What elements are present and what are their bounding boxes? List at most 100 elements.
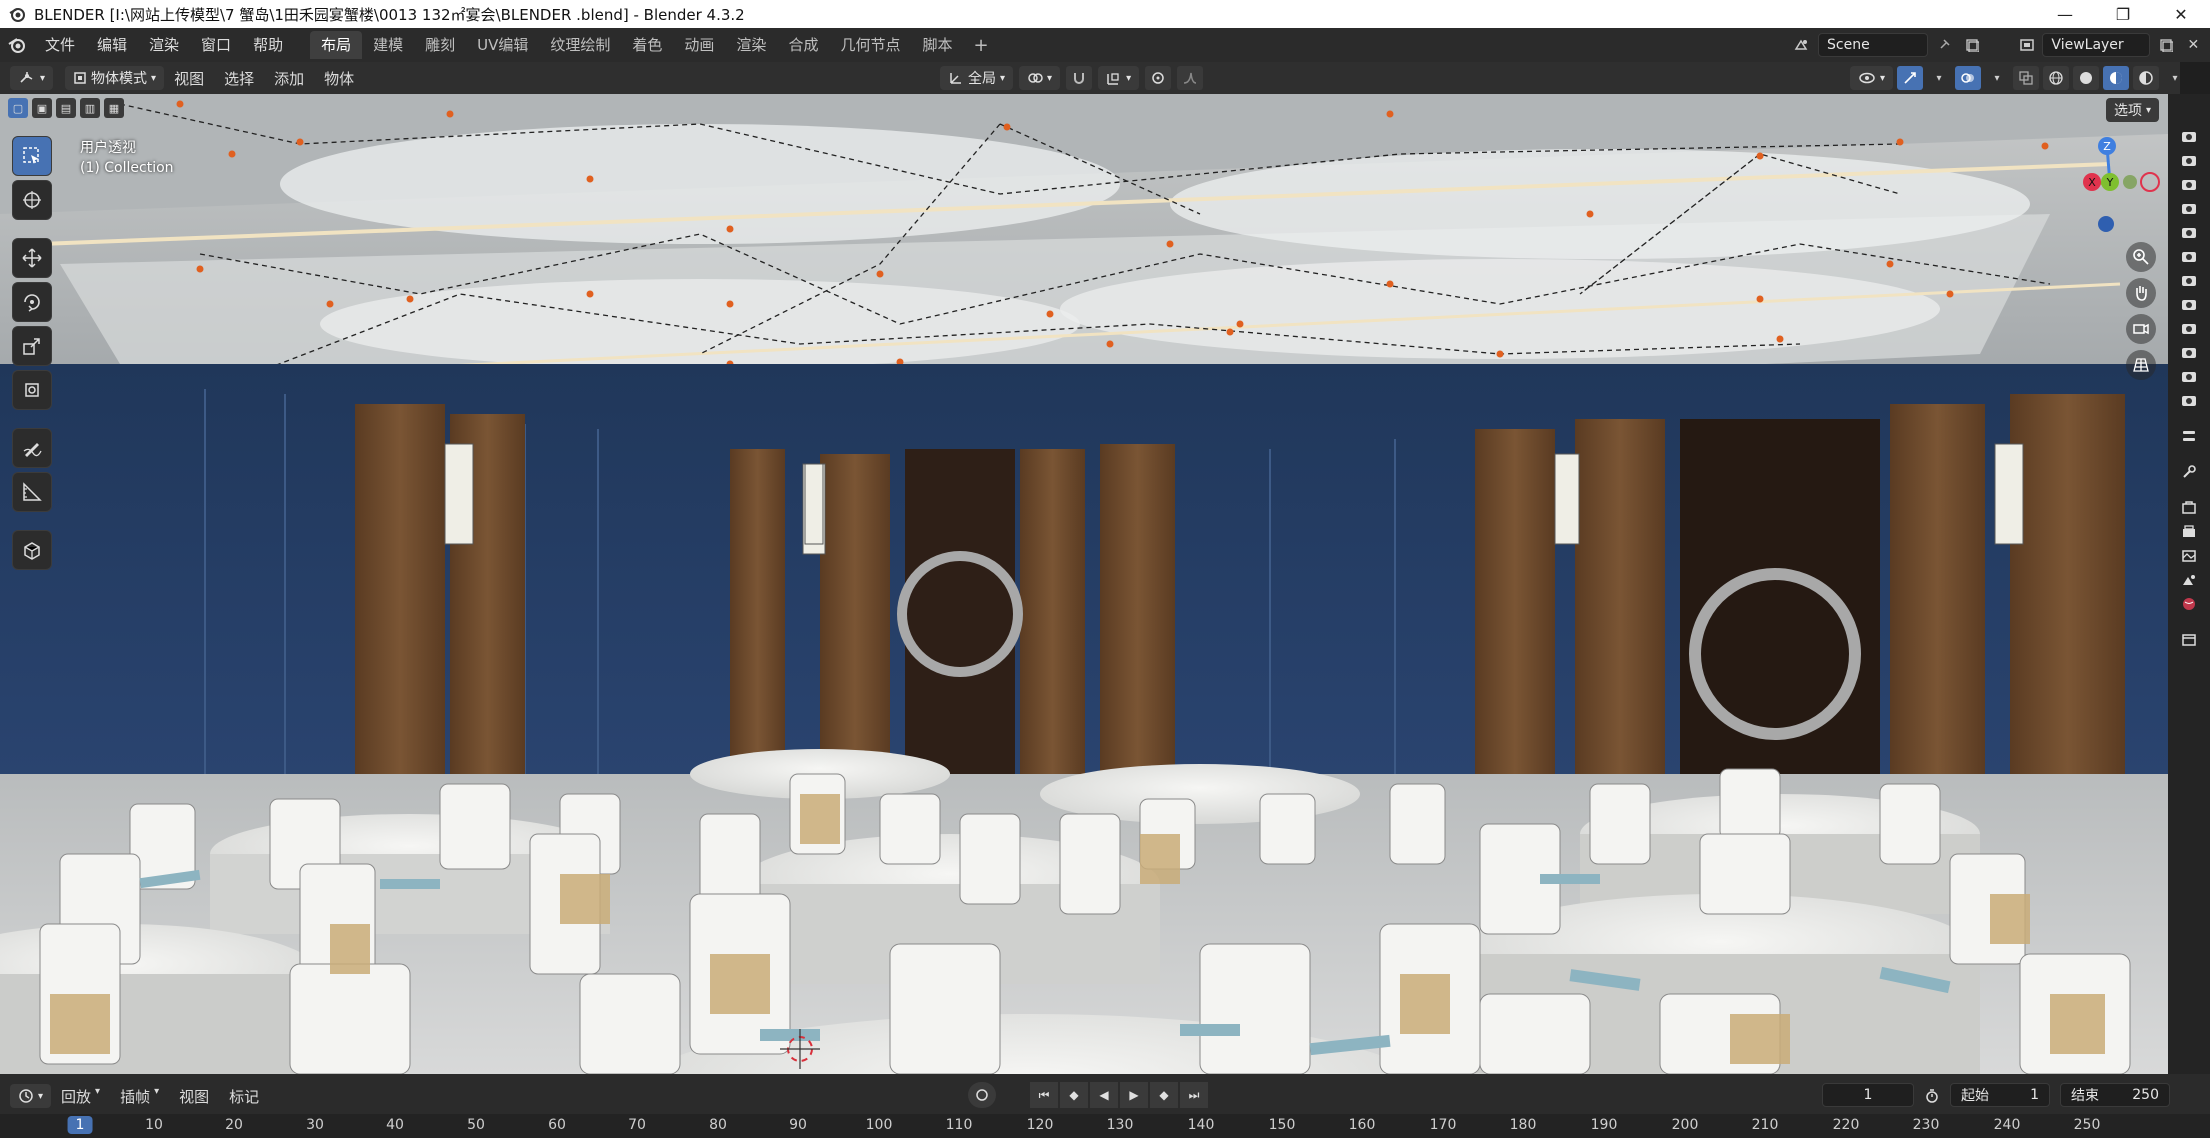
tab-compositing[interactable]: 合成 xyxy=(777,31,829,59)
camera-icon-8[interactable] xyxy=(2176,292,2202,316)
jump-to-keyframe-forward-icon[interactable]: ◆ xyxy=(1150,1082,1178,1108)
scene-name-field[interactable]: Scene xyxy=(1818,33,1928,57)
select-new-icon[interactable]: ▢ xyxy=(8,98,28,118)
new-view-layer-icon[interactable] xyxy=(2154,33,2177,57)
tab-rendering[interactable]: 渲染 xyxy=(725,31,777,59)
start-frame-field[interactable]: 起始 1 xyxy=(1950,1083,2050,1107)
camera-icon-6[interactable] xyxy=(2176,244,2202,268)
view-layer-name-field[interactable]: ViewLayer xyxy=(2042,33,2151,57)
object-mode-dropdown[interactable]: 物体模式 ▾ xyxy=(65,66,165,90)
end-frame-field[interactable]: 结束 250 xyxy=(2060,1083,2170,1107)
play-icon[interactable]: ▶ xyxy=(1120,1082,1148,1108)
select-invert-icon[interactable]: ▥ xyxy=(80,98,100,118)
camera-icon-9[interactable] xyxy=(2176,316,2202,340)
menu-file[interactable]: 文件 xyxy=(34,28,86,62)
tool-properties-icon[interactable] xyxy=(2176,424,2202,448)
collection-properties-icon[interactable] xyxy=(2176,628,2202,652)
camera-icon-12[interactable] xyxy=(2176,388,2202,412)
menu-help[interactable]: 帮助 xyxy=(242,28,294,62)
scene-properties-icon[interactable] xyxy=(2176,568,2202,592)
add-workspace-button[interactable]: + xyxy=(963,35,998,56)
proportional-editing-icon[interactable] xyxy=(1145,66,1172,90)
tab-layout[interactable]: 布局 xyxy=(310,31,363,59)
move-tool-icon[interactable] xyxy=(12,238,52,278)
menu-window[interactable]: 窗口 xyxy=(190,28,242,62)
visibility-dropdown[interactable]: ▾ xyxy=(1850,66,1894,90)
material-preview-shading-icon[interactable] xyxy=(2103,66,2130,90)
camera-view-icon[interactable] xyxy=(2126,314,2156,344)
overlays-toggle-icon[interactable] xyxy=(1955,66,1982,90)
xray-toggle-icon[interactable] xyxy=(2013,66,2040,90)
add-cube-tool-icon[interactable] xyxy=(12,530,52,570)
scale-tool-icon[interactable] xyxy=(12,326,52,366)
select-subtract-icon[interactable]: ▤ xyxy=(56,98,76,118)
tab-modeling[interactable]: 建模 xyxy=(362,31,414,59)
cursor-tool-icon[interactable] xyxy=(12,180,52,220)
zoom-icon[interactable] xyxy=(2126,242,2156,272)
camera-icon-4[interactable] xyxy=(2176,196,2202,220)
camera-icon-3[interactable] xyxy=(2176,172,2202,196)
view-layer-properties-icon[interactable] xyxy=(2176,544,2202,568)
measure-tool-icon[interactable] xyxy=(12,472,52,512)
viewport-menu-add[interactable]: 添加 xyxy=(264,68,314,89)
pivot-point-dropdown[interactable]: ▾ xyxy=(1019,66,1061,90)
falloff-icon[interactable] xyxy=(1177,66,1204,90)
overlays-dropdown-chevron[interactable]: ▾ xyxy=(1985,66,2009,90)
viewport-menu-view[interactable]: 视图 xyxy=(164,68,214,89)
maximize-button[interactable]: ❐ xyxy=(2094,0,2152,28)
marker-menu[interactable]: 标记 xyxy=(219,1086,269,1107)
select-intersect-icon[interactable]: ▦ xyxy=(104,98,124,118)
snap-toggle-icon[interactable] xyxy=(1066,66,1093,90)
viewport-menu-select[interactable]: 选择 xyxy=(214,68,264,89)
navigation-gizmo[interactable]: Z Y X xyxy=(2060,134,2160,234)
select-extend-icon[interactable]: ▣ xyxy=(32,98,52,118)
gizmo-dropdown-chevron[interactable]: ▾ xyxy=(1927,66,1951,90)
menu-render[interactable]: 渲染 xyxy=(138,28,190,62)
scene-icon[interactable] xyxy=(1790,33,1814,57)
annotate-tool-icon[interactable] xyxy=(12,428,52,468)
view-layer-icon[interactable] xyxy=(2015,33,2038,57)
minimize-button[interactable]: — xyxy=(2036,0,2094,28)
transform-orientation-dropdown[interactable]: 全局 ▾ xyxy=(940,66,1014,90)
keying-menu[interactable]: 插帧 ▾ xyxy=(110,1086,169,1107)
wireframe-shading-icon[interactable] xyxy=(2043,66,2070,90)
new-scene-icon[interactable] xyxy=(1960,33,1984,57)
jump-to-keyframe-back-icon[interactable]: ◆ xyxy=(1060,1082,1088,1108)
tab-texture-paint[interactable]: 纹理绘制 xyxy=(539,31,621,59)
output-properties-icon[interactable] xyxy=(2176,520,2202,544)
playback-menu[interactable]: 回放 ▾ xyxy=(51,1086,110,1107)
current-frame-field[interactable]: 1 xyxy=(1822,1083,1914,1107)
tab-geometry-nodes[interactable]: 几何节点 xyxy=(829,31,911,59)
camera-icon[interactable] xyxy=(2176,124,2202,148)
jump-to-end-icon[interactable]: ⏭ xyxy=(1180,1082,1208,1108)
pin-icon[interactable] xyxy=(1932,33,1956,57)
transform-tool-icon[interactable] xyxy=(12,370,52,410)
camera-icon-11[interactable] xyxy=(2176,364,2202,388)
tab-sculpting[interactable]: 雕刻 xyxy=(414,31,466,59)
timeline-editor-type-dropdown[interactable]: ▾ xyxy=(10,1084,52,1108)
camera-icon-2[interactable] xyxy=(2176,148,2202,172)
remove-view-layer-icon[interactable]: ✕ xyxy=(2182,33,2205,57)
jump-to-start-icon[interactable]: ⏮ xyxy=(1030,1082,1058,1108)
viewport-menu-object[interactable]: 物体 xyxy=(314,68,364,89)
rendered-shading-icon[interactable] xyxy=(2133,66,2160,90)
pan-hand-icon[interactable] xyxy=(2126,278,2156,308)
options-dropdown[interactable]: 选项 ▾ xyxy=(2106,98,2160,122)
use-preview-range-icon[interactable] xyxy=(1920,1084,1944,1108)
auto-keying-record-icon[interactable] xyxy=(968,1082,996,1108)
camera-icon-7[interactable] xyxy=(2176,268,2202,292)
close-button[interactable]: ✕ xyxy=(2152,0,2210,28)
tab-uv-editing[interactable]: UV编辑 xyxy=(466,31,539,59)
menu-edit[interactable]: 编辑 xyxy=(86,28,138,62)
tab-scripting[interactable]: 脚本 xyxy=(911,31,963,59)
render-properties-icon[interactable] xyxy=(2176,496,2202,520)
timeline-view-menu[interactable]: 视图 xyxy=(169,1086,219,1107)
camera-icon-10[interactable] xyxy=(2176,340,2202,364)
solid-shading-icon[interactable] xyxy=(2073,66,2100,90)
select-box-tool-icon[interactable] xyxy=(12,136,52,176)
perspective-grid-icon[interactable] xyxy=(2126,350,2156,380)
timeline-ruler[interactable]: 1 10 20 30 40 50 60 70 80 90 100 110 120… xyxy=(0,1114,2210,1138)
world-properties-icon[interactable] xyxy=(2176,592,2202,616)
current-frame-indicator[interactable]: 1 xyxy=(67,1116,93,1134)
camera-icon-5[interactable] xyxy=(2176,220,2202,244)
